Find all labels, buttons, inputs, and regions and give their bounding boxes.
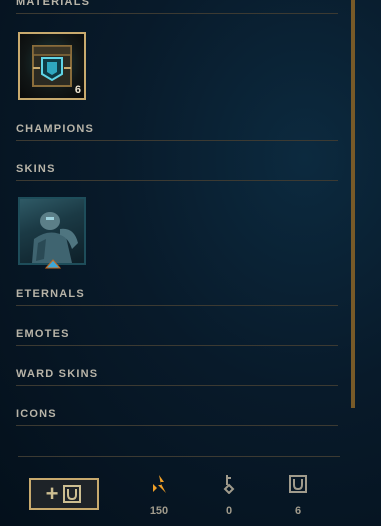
section-skins-label: SKINS xyxy=(16,163,56,175)
loot-panel: MATERIALS 6 CHAMPIONS SKINS ETERNALS EMO… xyxy=(0,0,381,526)
materials-count-badge: 6 xyxy=(74,84,81,96)
orange-essence-counter[interactable]: 150 xyxy=(139,474,179,517)
section-emotes-label: EMOTES xyxy=(16,328,70,340)
section-champions[interactable]: CHAMPIONS xyxy=(16,123,338,141)
section-materials[interactable]: MATERIALS xyxy=(16,0,338,14)
champion-skin-portrait xyxy=(32,212,78,263)
chest-icon xyxy=(289,475,307,493)
chest-value: 6 xyxy=(294,505,302,517)
orange-essence-value: 150 xyxy=(149,505,169,517)
key-value: 0 xyxy=(225,505,233,517)
rarity-gem-icon xyxy=(44,259,62,269)
section-materials-label: MATERIALS xyxy=(16,0,91,8)
section-emotes[interactable]: EMOTES xyxy=(16,328,338,346)
scrollbar-thumb[interactable] xyxy=(351,0,355,408)
key-icon xyxy=(223,475,235,495)
section-ward-skins[interactable]: WARD SKINS xyxy=(16,368,338,386)
add-chest-icon xyxy=(63,485,82,503)
chest-counter[interactable]: 6 xyxy=(278,474,318,517)
section-icons-label: ICONS xyxy=(16,408,57,420)
section-icons[interactable]: ICONS xyxy=(16,408,338,426)
section-eternals[interactable]: ETERNALS xyxy=(16,288,338,306)
add-chest-button[interactable]: + xyxy=(29,478,99,510)
section-champions-label: CHAMPIONS xyxy=(16,123,95,135)
plus-icon: + xyxy=(45,481,59,506)
section-eternals-label: ETERNALS xyxy=(16,288,85,300)
footer-divider xyxy=(18,456,340,457)
key-counter[interactable]: 0 xyxy=(209,474,249,517)
orange-essence-icon xyxy=(153,475,166,493)
section-ward-skins-label: WARD SKINS xyxy=(16,368,99,380)
skins-tile-champion-skin[interactable] xyxy=(18,197,86,265)
section-skins[interactable]: SKINS xyxy=(16,163,338,181)
materials-tile-hextech-chest[interactable]: 6 xyxy=(18,32,86,100)
